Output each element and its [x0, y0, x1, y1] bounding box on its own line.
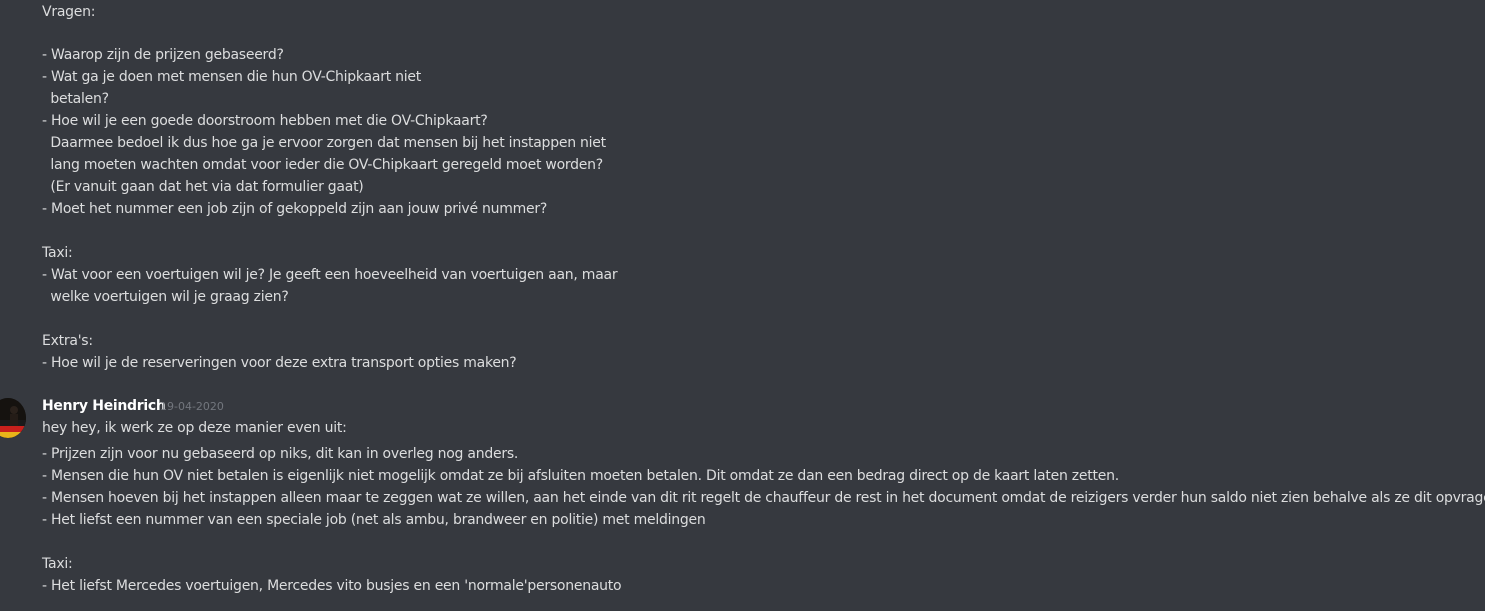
message-line: - Hoe wil je de reserveringen voor deze …: [42, 355, 517, 371]
message-line: - Het liefst een nummer van een speciale…: [42, 512, 706, 528]
message-line: hey hey, ik werk ze op deze manier even …: [42, 420, 347, 436]
message-line: - Mensen hoeven bij het instappen alleen…: [42, 490, 1485, 506]
message-line: betalen?: [42, 91, 109, 107]
user-avatar-icon: [0, 398, 26, 438]
message-line: - Hoe wil je een goede doorstroom hebben…: [42, 113, 488, 129]
message-author[interactable]: Henry Heindrich: [42, 395, 166, 417]
message-line: - Waarop zijn de prijzen gebaseerd?: [42, 47, 284, 63]
message-timestamp: 19-04-2020: [160, 400, 224, 413]
message-line: - Mensen die hun OV niet betalen is eige…: [42, 468, 1119, 484]
message-line: Vragen:: [42, 4, 96, 20]
message-line: - Wat voor een voertuigen wil je? Je gee…: [42, 267, 618, 283]
message-line: Taxi:: [42, 245, 73, 261]
message-line: Daarmee bedoel ik dus hoe ga je ervoor z…: [42, 135, 606, 151]
message-line: Extra's:: [42, 333, 93, 349]
message-line: - Moet het nummer een job zijn of gekopp…: [42, 201, 548, 217]
avatar[interactable]: [0, 398, 26, 438]
message-line: - Het liefst Mercedes voertuigen, Merced…: [42, 578, 622, 594]
message-line: (Er vanuit gaan dat het via dat formulie…: [42, 179, 364, 195]
message-line: - Wat ga je doen met mensen die hun OV-C…: [42, 69, 422, 85]
message-line: Taxi:: [42, 556, 73, 572]
message-line: lang moeten wachten omdat voor ieder die…: [42, 157, 603, 173]
message-line: - Prijzen zijn voor nu gebaseerd op niks…: [42, 446, 519, 462]
message-line: welke voertuigen wil je graag zien?: [42, 289, 289, 305]
